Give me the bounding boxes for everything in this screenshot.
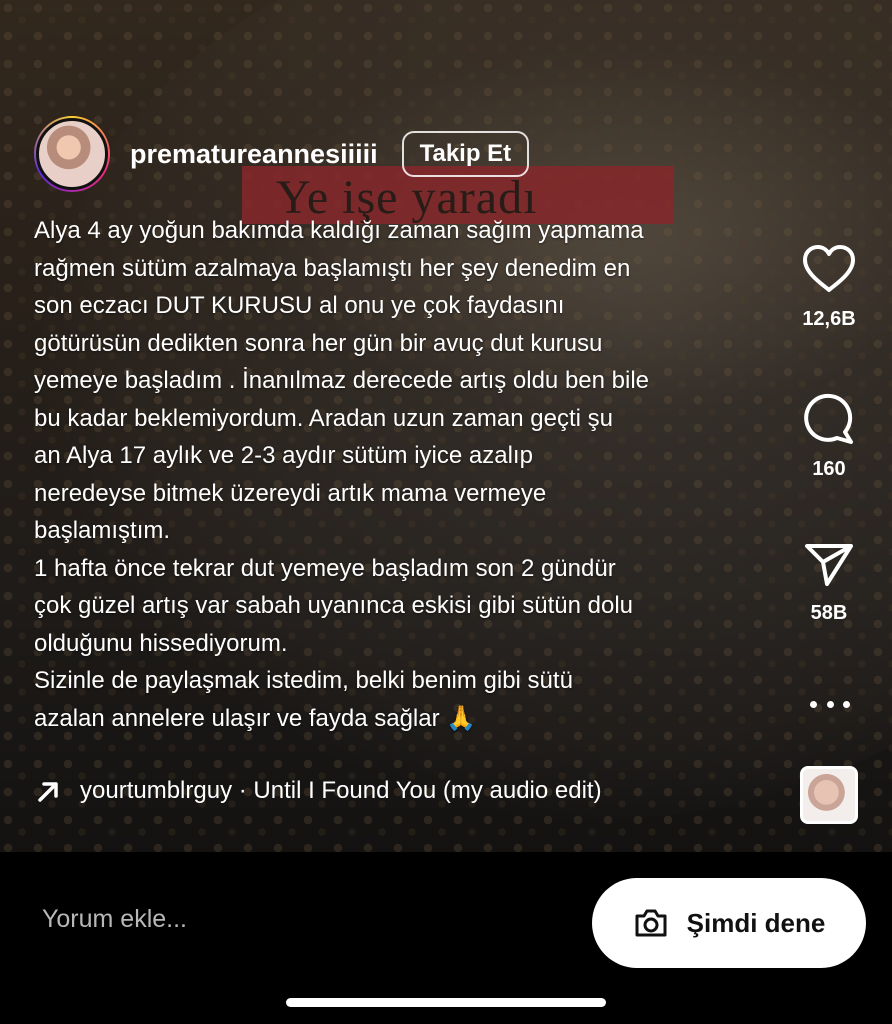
more-dot [843,700,850,708]
avatar-image [36,118,108,190]
more-dot [826,700,834,708]
caption-text: Alya 4 ay yoğun bakımda kaldığı zaman sa… [34,217,650,732]
post-header: prematureannesiiiii Takip Et [34,116,530,192]
home-indicator[interactable] [286,998,606,1007]
comment-action[interactable]: 160 [786,392,872,481]
audio-thumbnail[interactable] [800,766,858,824]
comment-bubble-icon[interactable] [801,392,857,444]
follow-button[interactable]: Takip Et [401,131,530,177]
camera-icon [635,909,667,937]
try-now-button[interactable]: Şimdi dene [592,878,866,968]
praying-hands-emoji: 🙏 [446,704,477,732]
more-options-icon[interactable] [810,692,850,716]
arrow-up-right-icon [38,782,58,802]
like-action[interactable]: 12,6B [786,244,872,331]
comment-input[interactable]: Yorum ekle... [42,905,187,934]
audio-label: yourtumblrguy · Until I Found You (my au… [80,777,602,804]
avatar[interactable] [34,116,110,192]
share-action[interactable]: 58B [786,540,872,625]
comment-count: 160 [812,458,846,480]
audio-track[interactable]: yourtumblrguy · Until I Found You (my au… [34,776,602,806]
username[interactable]: prematureannesiiiii [130,139,378,170]
caption[interactable]: Alya 4 ay yoğun bakımda kaldığı zaman sa… [34,212,774,737]
send-paper-plane-icon[interactable] [803,540,855,588]
heart-icon[interactable] [801,244,857,294]
share-count: 58B [810,602,848,624]
more-dot [810,700,817,708]
try-now-label: Şimdi dene [686,907,826,938]
like-count: 12,6B [802,308,856,330]
